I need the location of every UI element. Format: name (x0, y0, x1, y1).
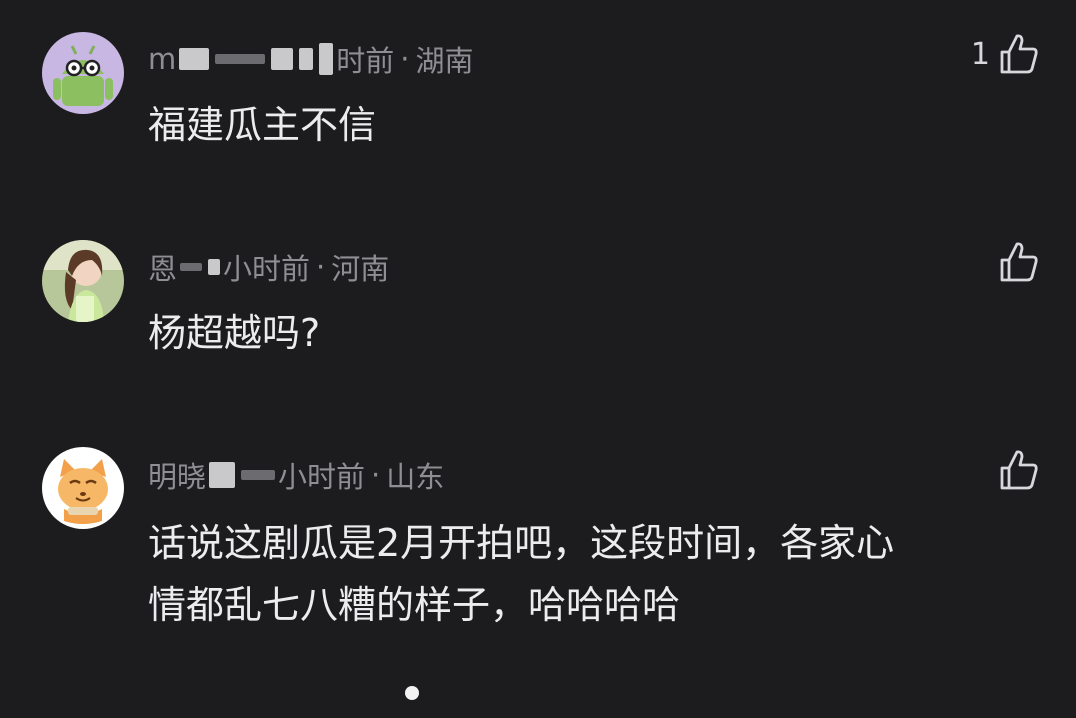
comment-location: 湖南 (415, 44, 474, 78)
redacted-name (179, 48, 210, 70)
girl-photo-avatar (42, 240, 124, 322)
android-robot-glasses-icon (42, 32, 124, 114)
redacted-name (271, 48, 294, 70)
comment-location: 河南 (331, 252, 390, 286)
like-count: 1 (970, 36, 990, 72)
like-button[interactable] (990, 240, 1040, 284)
user-avatar[interactable] (42, 240, 124, 322)
user-avatar[interactable] (42, 447, 124, 529)
user-name[interactable]: 恩 (148, 246, 177, 288)
comment-location: 山东 (386, 460, 445, 494)
meta-separator: · (400, 42, 410, 76)
redacted-name (208, 259, 221, 275)
comment-meta: 恩 小时前 · 河南 (148, 246, 389, 288)
redacted-name (241, 470, 276, 480)
user-avatar[interactable] (42, 32, 124, 114)
comment-text-line: 杨超越吗? (148, 311, 321, 355)
comment-text: 福建瓜主不信 (148, 94, 376, 156)
like-button[interactable]: 1 (971, 32, 1040, 76)
user-name[interactable]: m (148, 42, 176, 76)
comment-text-line: 福建瓜主不信 (148, 103, 377, 147)
redacted-name (215, 54, 266, 64)
like-button[interactable] (990, 448, 1040, 492)
thumbs-up-icon (1000, 242, 1038, 282)
meta-separator: · (371, 458, 381, 492)
redacted-name (209, 462, 236, 488)
thumbs-up-icon (1000, 450, 1038, 490)
redacted-name (319, 43, 334, 75)
comment-text: 话说这剧瓜是2月开拍吧，这段时间，各家心 情都乱七八糟的样子，哈哈哈哈 (148, 512, 894, 636)
comment-text-line: 话说这剧瓜是2月开拍吧，这段时间，各家心 (148, 521, 895, 565)
comment-time: 时前 (336, 44, 395, 78)
scroll-indicator-dot (405, 686, 419, 700)
meta-separator: · (316, 250, 326, 284)
comment-meta: m 时前 · 湖南 (148, 38, 474, 80)
comment-text: 杨超越吗? (148, 302, 320, 364)
cartoon-cat-avatar (42, 447, 124, 529)
comment-time: 小时前 (223, 252, 311, 286)
redacted-name (299, 48, 314, 70)
comment-text-line: 情都乱七八糟的样子，哈哈哈哈 (148, 583, 681, 627)
user-name[interactable]: 明晓 (148, 454, 206, 496)
thumbs-up-icon (1000, 34, 1038, 74)
redacted-name (180, 263, 203, 271)
comment-time: 小时前 (278, 460, 366, 494)
comment-meta: 明晓 小时前 · 山东 (148, 454, 444, 496)
